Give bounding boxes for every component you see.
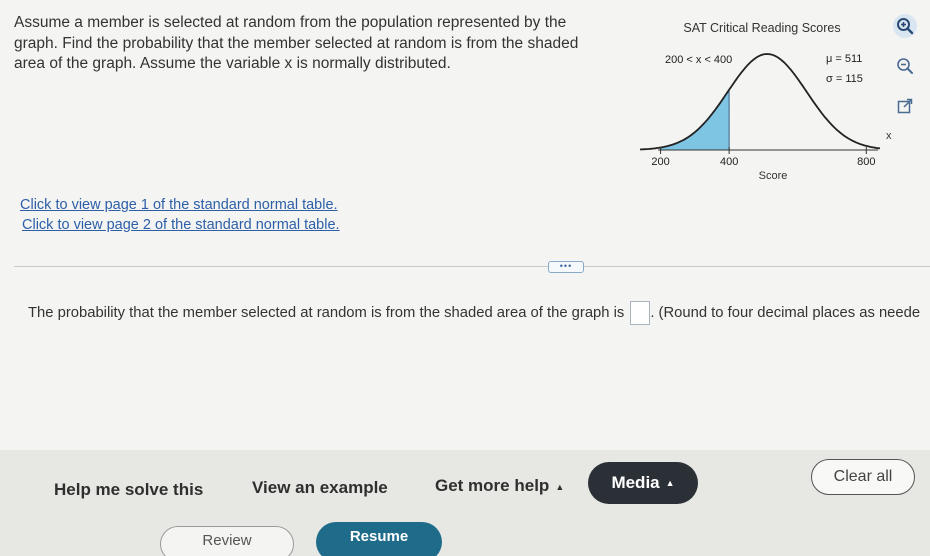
caret-up-icon: ▲ — [665, 478, 675, 488]
x-axis-variable-label: x — [886, 130, 892, 142]
normal-table-page-1-link[interactable]: Click to view page 1 of the standard nor… — [20, 196, 340, 216]
x-tick-label: 400 — [720, 156, 738, 168]
normal-table-page-2-link[interactable]: Click to view page 2 of the standard nor… — [22, 216, 340, 236]
interval-label: 200 < x < 400 — [665, 54, 732, 66]
x-tick-label: 800 — [857, 156, 875, 168]
media-label: Media — [611, 473, 660, 492]
graph-title: SAT Critical Reading Scores — [683, 21, 840, 35]
pop-out-button[interactable] — [893, 94, 917, 118]
sigma-label: σ = 115 — [826, 73, 863, 85]
mu-label: μ = 511 — [826, 53, 862, 65]
shaded-region — [660, 88, 730, 151]
caret-up-icon: ▲ — [555, 481, 565, 492]
bell-curve-svg: SAT Critical Reading Scores 200 < x < 40… — [639, 21, 892, 182]
pop-out-icon — [897, 98, 913, 114]
answer-input[interactable] — [630, 301, 651, 325]
view-example-button[interactable]: View an example — [252, 478, 388, 498]
get-more-help-button[interactable]: Get more help ▲ — [435, 476, 564, 496]
x-axis-title: Score — [759, 170, 788, 182]
section-divider — [14, 266, 930, 267]
question-text: Assume a member is selected at random fr… — [14, 14, 579, 72]
review-button[interactable]: Review — [160, 526, 294, 556]
zoom-in-icon — [897, 18, 914, 35]
expand-button[interactable]: ••• — [548, 261, 584, 273]
get-more-help-label: Get more help — [435, 476, 550, 495]
answer-prefix: The probability that the member selected… — [28, 305, 625, 321]
zoom-out-icon — [897, 58, 913, 74]
footer-toolbar: Help me solve this View an example Get m… — [0, 450, 930, 556]
normal-curve — [639, 53, 881, 151]
answer-suffix: . (Round to four decimal places as neede — [650, 305, 921, 321]
resume-button[interactable]: Resume — [316, 522, 442, 556]
normal-distribution-graph: SAT Critical Reading Scores 200 < x < 40… — [639, 14, 892, 189]
x-tick-label: 200 — [651, 156, 669, 168]
table-links: Click to view page 1 of the standard nor… — [20, 196, 340, 235]
problem-card: Assume a member is selected at random fr… — [0, 0, 930, 450]
zoom-in-button[interactable] — [893, 14, 917, 38]
zoom-out-button[interactable] — [893, 54, 917, 78]
graph-toolbar — [893, 14, 919, 134]
clear-all-button[interactable]: Clear all — [811, 459, 915, 495]
media-button[interactable]: Media ▲ — [588, 462, 698, 504]
answer-line: The probability that the member selected… — [28, 301, 930, 325]
help-me-solve-button[interactable]: Help me solve this — [54, 480, 203, 500]
plot-area: 200 400 800 — [639, 53, 881, 168]
